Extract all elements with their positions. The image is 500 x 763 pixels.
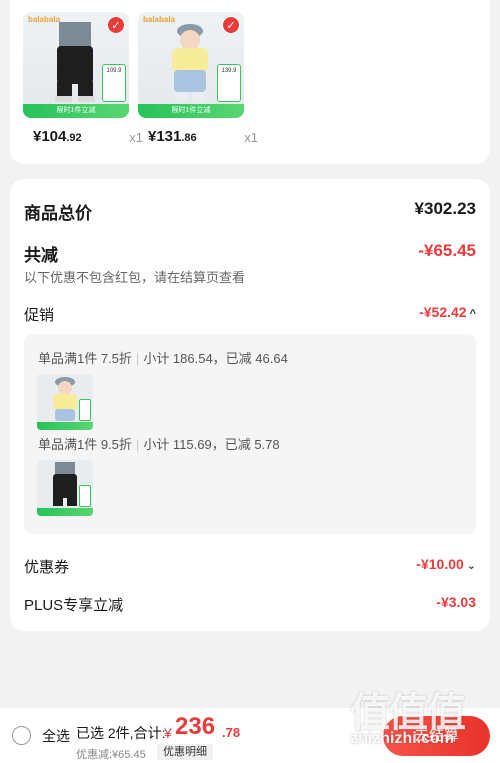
select-all-label[interactable]: 全选	[42, 726, 70, 746]
total-price-label: 商品总价	[24, 204, 92, 223]
tag-price: 139.9	[221, 68, 237, 74]
coupon-row[interactable]: 优惠券 -¥10.00 ⌄	[24, 556, 476, 577]
reduce-note: 以下优惠不包含红包，请在结算页查看	[24, 270, 246, 285]
price-tag: 139.9	[217, 64, 241, 102]
coupon-label: 优惠券	[24, 559, 70, 576]
checkout-bar: 全选 已选 2件,合计: ¥ 236 .78 优惠减:¥65.45 优惠明细 去…	[0, 708, 500, 763]
price-summary-card: 商品总价 ¥302.23 共减 -¥65.45 以下优惠不包含红包，请在结算页查…	[10, 179, 490, 631]
item-price: ¥104.92	[33, 128, 82, 145]
select-all-radio[interactable]	[12, 726, 31, 745]
promotion-detail-box: 单品满1件 7.5折 | 小计 186.54，已减 46.64 单品满1件 9.5折…	[24, 334, 476, 534]
promotion-row[interactable]: 促销 -¥52.42 ^	[24, 304, 476, 325]
total-reduce-label: 共减	[24, 246, 58, 265]
item-price: ¥131.86	[148, 128, 197, 145]
total-price-row: 商品总价 ¥302.23	[24, 199, 476, 224]
chevron-down-icon: ⌄	[466, 560, 476, 572]
item-price-row: ¥104.92 x1	[33, 128, 143, 146]
plus-discount-value: -¥3.03	[436, 594, 476, 610]
price-tag	[79, 399, 91, 421]
promotion-subtotal: 小计 186.54，已减 46.64	[143, 351, 288, 366]
price-tag: 109.9	[102, 64, 126, 102]
promotion-item-thumbnail[interactable]	[37, 374, 93, 430]
total-amount-int: 236	[175, 713, 216, 740]
promotion-value: -¥52.42 ^	[419, 304, 476, 320]
plus-discount-row: PLUS专享立减 -¥3.03	[24, 594, 476, 615]
promotion-rule-line: 单品满1件 9.5折 | 小计 115.69，已减 5.78	[38, 434, 280, 453]
promo-strip	[37, 422, 93, 430]
total-currency: ¥	[164, 725, 172, 741]
total-reduce-value: -¥65.45	[418, 241, 476, 260]
selected-count: 已选 2件,合计:	[76, 725, 166, 741]
promotion-label: 促销	[24, 307, 55, 324]
tag-price: 109.9	[106, 68, 122, 74]
divider: |	[135, 351, 140, 366]
promotion-rule-line: 单品满1件 7.5折 | 小计 186.54，已减 46.64	[38, 348, 288, 367]
checkout-button[interactable]: 去结算	[383, 716, 490, 756]
total-price-value: ¥302.23	[414, 199, 476, 218]
product-image-pants	[55, 22, 95, 102]
checked-icon[interactable]: ✓	[222, 16, 240, 34]
cart-items-card: balabala ✓ 109.9 限时1件立减 ¥104.92 x1 balab…	[10, 0, 490, 164]
divider: |	[135, 437, 140, 452]
promotion-rule: 单品满1件 7.5折	[38, 351, 132, 366]
discount-summary: 优惠减:¥65.45	[76, 749, 146, 761]
discount-detail-button[interactable]: 优惠明细	[157, 744, 213, 760]
promo-strip: 限时1件立减	[23, 104, 129, 118]
item-quantity: x1	[129, 130, 143, 145]
cart-item[interactable]: balabala ✓ 109.9 限时1件立减	[23, 12, 129, 118]
total-reduce-row: 共减 -¥65.45	[24, 241, 476, 266]
item-price-row: ¥131.86 x1	[148, 128, 258, 146]
product-thumbnail[interactable]: balabala ✓ 139.9 限时1件立减	[138, 12, 244, 118]
product-thumbnail[interactable]: balabala ✓ 109.9 限时1件立减	[23, 12, 129, 118]
promotion-item-thumbnail[interactable]	[37, 460, 93, 516]
total-amount-dec: .78	[222, 725, 241, 740]
item-quantity: x1	[244, 130, 258, 145]
coupon-value: -¥10.00 ⌄	[416, 556, 476, 572]
price-tag	[79, 485, 91, 507]
checked-icon[interactable]: ✓	[107, 16, 125, 34]
promotion-subtotal: 小计 115.69，已减 5.78	[143, 437, 280, 452]
product-image-outfit	[172, 24, 208, 100]
promotion-rule: 单品满1件 9.5折	[38, 437, 132, 452]
chevron-up-icon: ^	[469, 308, 476, 320]
cart-item[interactable]: balabala ✓ 139.9 限时1件立减	[138, 12, 244, 118]
promo-strip	[37, 508, 93, 516]
plus-discount-label: PLUS专享立减	[24, 597, 124, 614]
promo-strip: 限时1件立减	[138, 104, 244, 118]
